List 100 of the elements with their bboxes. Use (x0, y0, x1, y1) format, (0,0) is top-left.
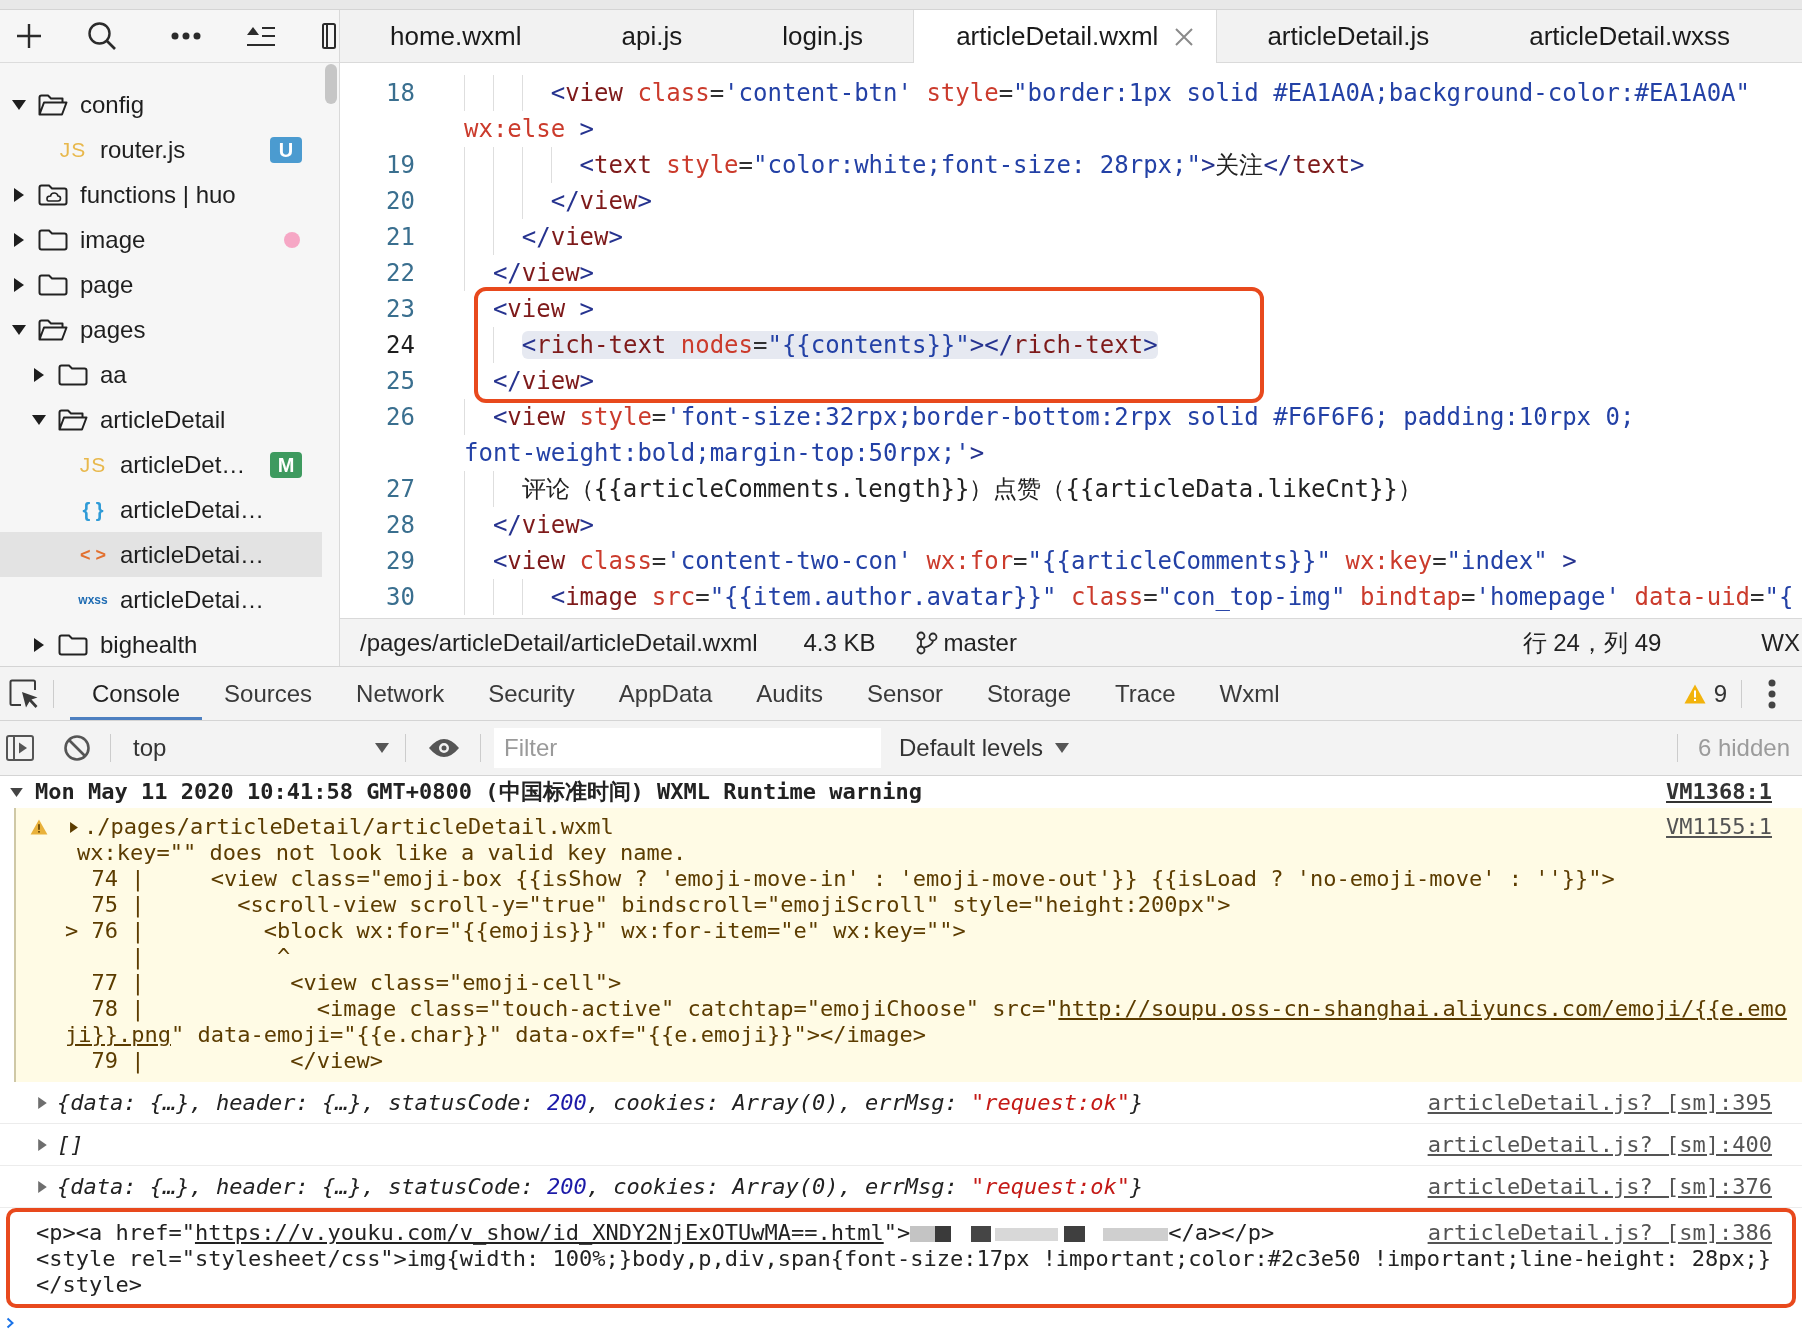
source-link[interactable]: articleDetail.js? [sm]:395 (1407, 1089, 1772, 1116)
code-frame-line: 77 | <view class="emoji-cell"> (90, 970, 622, 996)
file-type-icon: wxss (78, 586, 108, 613)
tree-item[interactable]: wxss articleDetai… (0, 577, 322, 622)
line-number: 24 (386, 331, 415, 359)
tree-item[interactable]: page (0, 262, 322, 307)
source-link[interactable]: VM1155:1 (1666, 814, 1772, 840)
line-number: 21 (386, 223, 415, 251)
caret-icon[interactable] (12, 99, 26, 110)
devtools-tab[interactable]: Wxml (1197, 667, 1302, 720)
source-link[interactable]: articleDetail.js? [sm]:376 (1407, 1173, 1772, 1200)
folder-icon (38, 273, 68, 296)
code-line: <view > (492, 295, 595, 323)
tree-item[interactable]: JS articleDet… M (0, 442, 322, 487)
line-number: 20 (386, 187, 415, 215)
more-icon[interactable] (1768, 678, 1776, 709)
source-link[interactable]: articleDetail.js? [sm]:400 (1407, 1131, 1772, 1158)
devtools-tab[interactable]: Storage (965, 667, 1094, 720)
caret-icon[interactable] (14, 277, 24, 292)
source-link[interactable]: articleDetail.js? [sm]:386 (1407, 1220, 1772, 1246)
caret-icon[interactable] (14, 232, 24, 247)
language-mode[interactable]: WX (1761, 628, 1800, 657)
code-line: </view> (492, 511, 595, 539)
close-icon[interactable] (1174, 26, 1195, 47)
caret-icon[interactable] (70, 821, 78, 833)
line-number: 29 (386, 547, 415, 575)
tree-item[interactable]: JS router.js U (0, 127, 322, 172)
plus-icon[interactable] (16, 23, 42, 49)
eye-icon[interactable] (428, 738, 460, 758)
levels-dropdown[interactable]: Default levels (899, 734, 1070, 762)
devtools-tab[interactable]: Audits (734, 667, 845, 720)
warning-icon (1683, 683, 1706, 704)
log-message: </style> (36, 1272, 142, 1298)
cursor-position[interactable]: 行 24，列 49 (1522, 628, 1662, 657)
file-type-icon: { } (78, 496, 108, 523)
code-line: wx:else > (464, 115, 595, 143)
code-frame-line: 74 | <view class="emoji-box {{isShow ? 'emoji-move-in' : 'emoji-move-out'}} {{isLoad ? 'no-emoji-move' : ''}}"> (90, 866, 1615, 892)
devtools-tab[interactable]: Sources (202, 667, 335, 720)
editor-tab[interactable]: articleDetail.wxml (913, 10, 1218, 63)
branch-name[interactable]: master (943, 628, 1017, 657)
prompt-icon[interactable] (6, 1317, 14, 1329)
search-icon[interactable] (88, 22, 116, 50)
devtools-tab[interactable]: Network (334, 667, 467, 720)
line-number: 23 (386, 295, 415, 323)
code-frame-line: 78 | <image class="touch-active" catchtap="emojiChoose" src="http://soupu.oss-cn-shanghai.aliyuncs.com/emoji/{{e.emo (90, 996, 1787, 1022)
caret-icon[interactable] (12, 324, 26, 335)
code-line: <view style='font-size:32rpx;border-bottom:2rpx solid #F6F6F6; padding:10rpx 0; (492, 403, 1635, 431)
line-number: 25 (386, 367, 415, 395)
devtools-tab[interactable]: AppData (596, 667, 735, 720)
folder-icon (58, 363, 88, 386)
log-message: {data: {…}, header: {…}, statusCode: 200, cookies: Array(0), errMsg: "request:ok"} (57, 1173, 1144, 1200)
panel-icon[interactable] (322, 23, 336, 49)
code-frame-line: ji}}.png" data-emoji="{{e.char}}" data-oxf="{{e.emoji}}"></image> (65, 1022, 926, 1048)
link[interactable]: https://v.youku.com/v_show/id_XNDY2NjExOTUwMA==.html (194, 1220, 884, 1245)
hidden-count: 6 hidden (1697, 734, 1790, 762)
devtools-tab[interactable]: Sensor (844, 667, 965, 720)
filter-field[interactable]: Filter (494, 728, 881, 768)
collapse-all-icon[interactable] (246, 25, 276, 47)
inspect-icon[interactable] (9, 678, 39, 709)
caret-icon[interactable] (34, 367, 44, 382)
editor-tab[interactable]: articleDetail.wxss (1479, 10, 1781, 62)
more-icon[interactable] (171, 32, 201, 40)
caret-icon[interactable] (32, 414, 46, 425)
file-type-icon: < > (78, 541, 108, 568)
devtools-tab[interactable]: Trace (1093, 667, 1198, 720)
devtools-tab[interactable]: Security (466, 667, 597, 720)
tree-item[interactable]: < > articleDetai… (0, 532, 322, 577)
caret-icon[interactable] (34, 637, 44, 652)
source-link[interactable]: VM1368:1 (1666, 779, 1772, 805)
tree-item[interactable]: config (0, 82, 322, 127)
message-text: wx:key="" does not look like a valid key name. (77, 840, 687, 866)
code-line: <image src="{{item.author.avatar}}" class="con_top-img" bindtap='homepage' data-uid="{ (550, 583, 1794, 611)
line-number: 30 (386, 583, 415, 611)
link[interactable]: http://soupu.oss-cn-shanghai.aliyuncs.com/emoji/{{e.emo (1058, 996, 1787, 1021)
editor-tab[interactable]: login.js (732, 10, 914, 62)
scrollbar-thumb[interactable] (325, 64, 337, 104)
clear-icon[interactable] (64, 735, 90, 761)
caret-icon[interactable] (10, 787, 23, 797)
sidebar-toggle-icon[interactable] (6, 735, 34, 761)
status-badge: U (270, 136, 302, 163)
tree-item[interactable]: { } articleDetai… (0, 487, 322, 532)
caret-icon[interactable] (14, 187, 24, 202)
warning-count[interactable]: 9 (1713, 679, 1727, 708)
caret-icon (1055, 743, 1070, 753)
context-selector[interactable]: top (133, 734, 389, 762)
editor-tab[interactable]: api.js (571, 10, 733, 62)
editor-tab[interactable]: home.wxml (340, 10, 572, 62)
tree-item[interactable]: functions | huo (0, 172, 322, 217)
open-folder-icon (58, 408, 88, 431)
tree-item[interactable]: bighealth (0, 622, 322, 666)
editor-tab[interactable]: articleDetail.js (1217, 10, 1480, 62)
code-line: </view> (550, 187, 652, 215)
line-number: 27 (386, 475, 415, 503)
tree-item[interactable]: aa (0, 352, 322, 397)
link[interactable]: ji}}.png (65, 1022, 171, 1047)
file-size: 4.3 KB (803, 628, 876, 657)
tree-item[interactable]: articleDetail (0, 397, 322, 442)
code-line: font-weight:bold;margin-top:50rpx;'> (464, 439, 985, 467)
tree-item[interactable]: pages (0, 307, 322, 352)
tree-item[interactable]: image (0, 217, 322, 262)
